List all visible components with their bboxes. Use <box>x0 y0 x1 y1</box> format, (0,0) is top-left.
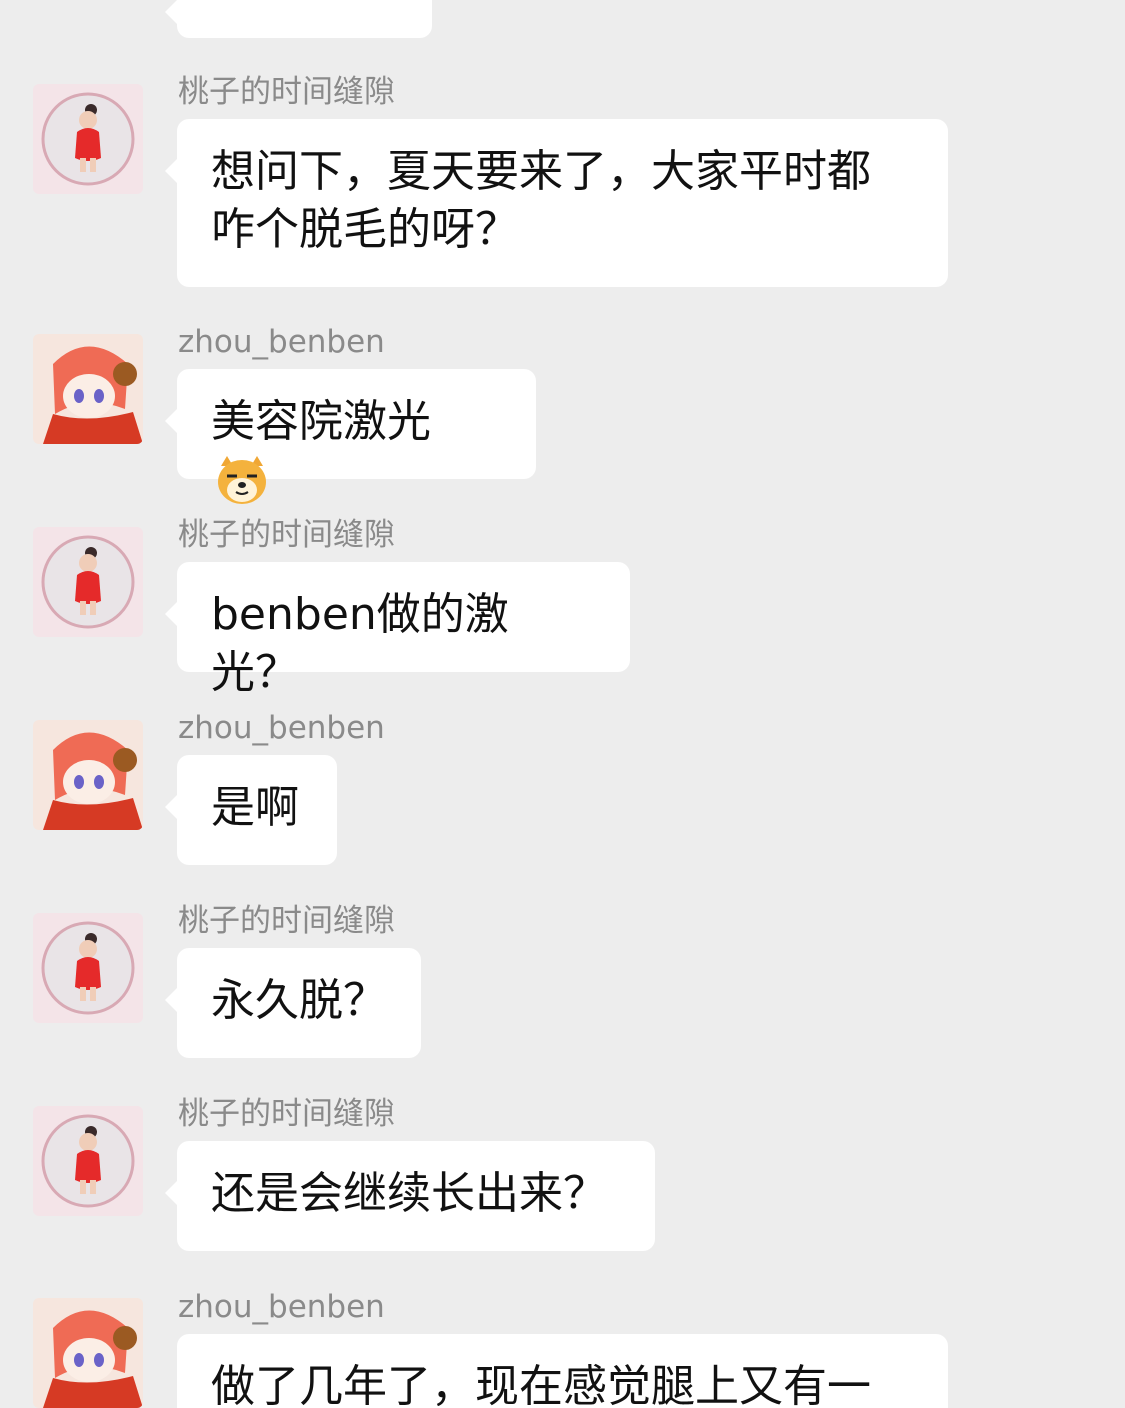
message-bubble[interactable] <box>165 0 432 38</box>
message-text: 永久脱？ <box>211 975 387 1026</box>
message-text: 想问下，夏天要来了，大家平时都咋个脱毛的呀？ <box>211 146 871 255</box>
message-bubble[interactable]: 做了几年了，现在感觉腿上又有一 <box>177 1334 948 1408</box>
message-text: benben做的激光？ <box>211 589 509 698</box>
avatar[interactable] <box>33 84 143 194</box>
avatar[interactable] <box>33 1106 143 1216</box>
child-avatar-image <box>33 913 143 1023</box>
message-bubble[interactable]: 是啊 <box>165 755 337 865</box>
sender-name: zhou_benben <box>178 710 385 746</box>
anime-avatar-image <box>33 1298 143 1408</box>
doge-emoji-icon <box>215 454 269 521</box>
avatar[interactable] <box>33 913 143 1023</box>
avatar[interactable] <box>33 334 143 444</box>
anime-avatar-image <box>33 720 143 830</box>
message-bubble[interactable]: 永久脱？ <box>165 948 421 1058</box>
message-text: 美容院激光 <box>211 396 431 447</box>
message-text: 是啊 <box>211 782 299 833</box>
sender-name: 桃子的时间缝隙 <box>178 903 395 939</box>
child-avatar-image <box>33 527 143 637</box>
sender-name: zhou_benben <box>178 1289 385 1325</box>
child-avatar-image <box>33 84 143 194</box>
sender-name: 桃子的时间缝隙 <box>178 1096 395 1132</box>
avatar[interactable] <box>33 720 143 830</box>
message-bubble[interactable]: 想问下，夏天要来了，大家平时都咋个脱毛的呀？ <box>165 119 948 287</box>
sender-name: zhou_benben <box>178 324 385 360</box>
message-text: 做了几年了，现在感觉腿上又有一 <box>211 1361 871 1408</box>
anime-avatar-image <box>33 334 143 444</box>
avatar[interactable] <box>33 527 143 637</box>
child-avatar-image <box>33 1106 143 1216</box>
sender-name: 桃子的时间缝隙 <box>178 74 395 110</box>
chat-message-list[interactable]: 桃子的时间缝隙 想问下，夏天要来了，大家平时都咋个脱毛的呀？ zhou_benb… <box>0 0 1125 1408</box>
message-text: 还是会继续长出来？ <box>211 1168 607 1219</box>
sender-name: 桃子的时间缝隙 <box>178 517 395 553</box>
message-bubble[interactable]: 美容院激光 <box>165 369 536 504</box>
message-bubble[interactable]: 还是会继续长出来？ <box>165 1141 655 1251</box>
message-bubble[interactable]: benben做的激光？ <box>165 562 630 698</box>
avatar[interactable] <box>33 1298 143 1408</box>
